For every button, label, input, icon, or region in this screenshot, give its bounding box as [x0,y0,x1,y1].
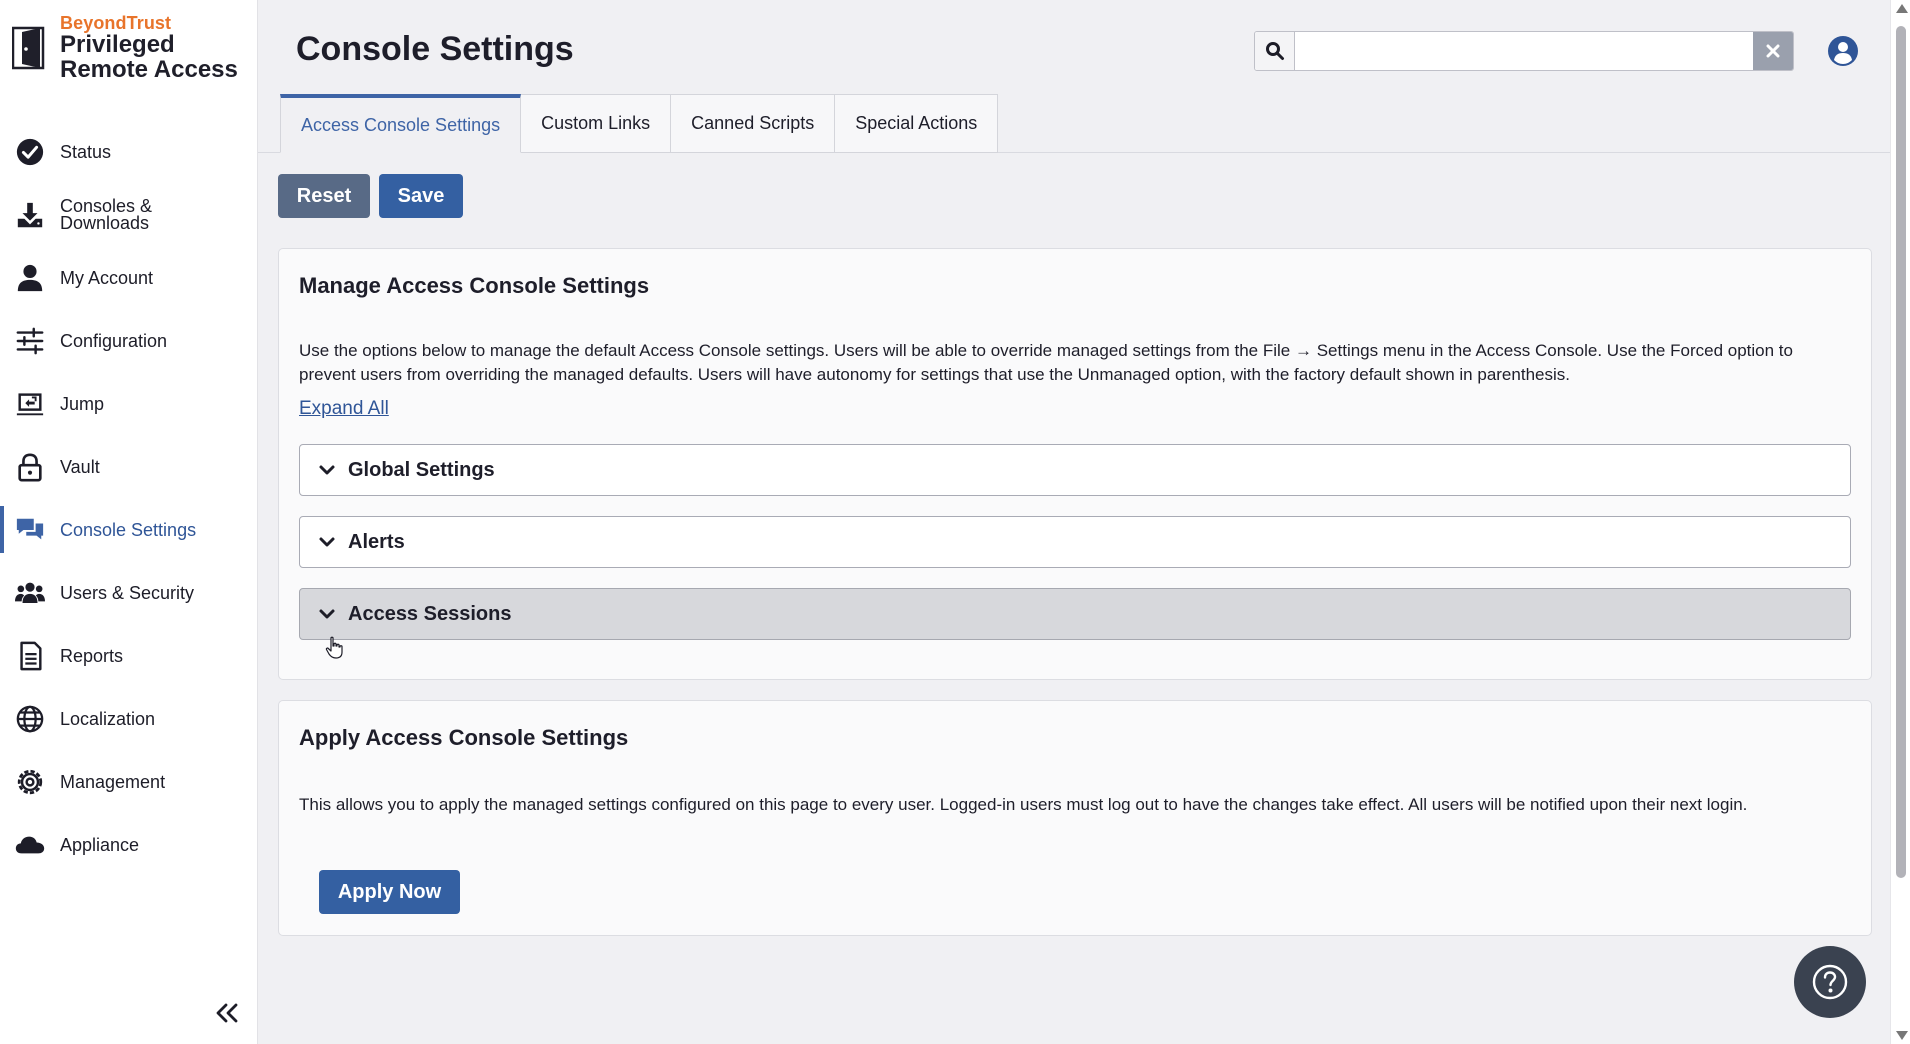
sidebar-item-jump[interactable]: Jump [0,372,258,435]
sliders-icon [14,325,46,357]
sidebar-item-label: Consoles & Downloads [60,195,153,233]
cloud-icon [14,829,46,861]
page-title: Console Settings [296,30,574,68]
tab-access-console-settings[interactable]: Access Console Settings [280,94,522,153]
help-button[interactable] [1794,946,1866,1018]
scroll-thumb[interactable] [1896,26,1906,878]
users-icon [14,577,46,609]
manage-panel-title: Manage Access Console Settings [299,273,650,298]
brand-company: BeyondTrust [60,13,172,33]
chevron-down-icon [319,537,335,547]
brand-product-line1: Privileged [60,31,175,58]
search-icon [1265,42,1284,60]
hand-cursor-icon [325,636,343,659]
sidebar-item-vault[interactable]: Vault [0,435,258,498]
search-box [1254,31,1794,71]
chevron-down-icon [319,609,335,619]
sidebar-nav: Status Consoles & Downloads My Account C… [0,120,258,876]
tab-special-actions[interactable]: Special Actions [835,94,999,153]
chevron-down-icon [319,465,335,475]
accordion-label: Alerts [348,530,405,553]
sidebar-item-label: Configuration [60,330,168,351]
accordion-access-sessions[interactable]: Access Sessions [299,588,1851,640]
brand-logo[interactable]: BeyondTrust Privileged Remote Access [12,14,238,82]
collapse-sidebar-button[interactable] [210,998,244,1028]
sidebar-item-consoles-downloads[interactable]: Consoles & Downloads [0,183,258,246]
check-circle-icon [14,136,46,168]
apply-now-button[interactable]: Apply Now [319,870,460,914]
sidebar-item-configuration[interactable]: Configuration [0,309,258,372]
sidebar-item-console-settings[interactable]: Console Settings [0,498,258,561]
tab-canned-scripts[interactable]: Canned Scripts [671,94,836,153]
sidebar-item-label: Users & Security [60,582,195,603]
sidebar: BeyondTrust Privileged Remote Access Sta… [0,0,258,1044]
sidebar-item-users-security[interactable]: Users & Security [0,561,258,624]
user-icon [14,262,46,294]
reset-button[interactable]: Reset [278,174,370,218]
sidebar-item-label: Vault [60,456,100,477]
user-avatar-icon [1828,36,1858,66]
tab-custom-links[interactable]: Custom Links [521,94,672,153]
chat-icon [14,514,46,546]
clear-search-button[interactable] [1753,32,1793,70]
user-menu-button[interactable] [1826,34,1860,68]
accordion-label: Global Settings [348,458,495,481]
manage-settings-panel: Manage Access Console Settings Use the o… [278,248,1872,680]
apply-panel-title: Apply Access Console Settings [299,725,629,750]
apply-panel-description: This allows you to apply the managed set… [299,795,1748,814]
sidebar-item-label: Jump [60,393,105,414]
settings-tabs: Access Console Settings Custom Links Can… [280,94,999,153]
sidebar-item-label: Reports [60,645,124,666]
close-icon [1766,44,1780,58]
search-input[interactable] [1295,32,1753,70]
sidebar-item-label: My Account [60,267,154,288]
sidebar-item-label: Appliance [60,834,140,855]
search-button[interactable] [1255,32,1295,70]
brand-product-line2: Remote Access [60,56,238,83]
sidebar-item-label: Status [60,141,112,162]
scroll-up-arrow[interactable] [1896,4,1908,13]
accordion-label: Access Sessions [348,602,512,625]
jump-icon [14,388,46,420]
accordion-global-settings[interactable]: Global Settings [299,444,1851,496]
sidebar-item-reports[interactable]: Reports [0,624,258,687]
gear-icon [14,766,46,798]
sidebar-item-label: Console Settings [60,519,197,540]
sidebar-item-appliance[interactable]: Appliance [0,813,258,876]
sidebar-item-status[interactable]: Status [0,120,258,183]
download-icon [14,199,46,231]
expand-all-link[interactable]: Expand All [299,398,389,420]
globe-icon [14,703,46,735]
lock-icon [14,451,46,483]
sidebar-item-my-account[interactable]: My Account [0,246,258,309]
sidebar-item-localization[interactable]: Localization [0,687,258,750]
report-icon [14,640,46,672]
sidebar-item-management[interactable]: Management [0,750,258,813]
page-scrollbar[interactable] [1890,0,1910,1044]
save-button[interactable]: Save [379,174,463,218]
sidebar-item-label: Localization [60,708,156,729]
double-chevron-left-icon [216,1003,238,1023]
sidebar-item-label: Management [60,771,166,792]
manage-panel-description: Use the options below to manage the defa… [299,341,1793,384]
help-icon [1812,964,1848,1000]
apply-settings-panel: Apply Access Console Settings This allow… [278,700,1872,936]
brand-door-icon [12,26,45,70]
scroll-down-arrow[interactable] [1896,1031,1908,1040]
accordion-alerts[interactable]: Alerts [299,516,1851,568]
